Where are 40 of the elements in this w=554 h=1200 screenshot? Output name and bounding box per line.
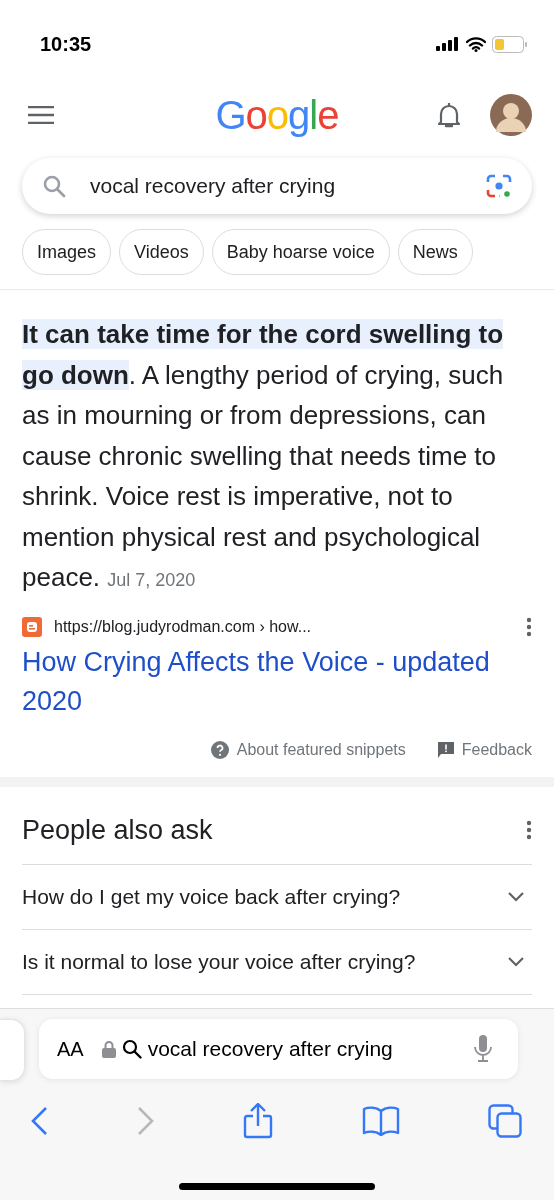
more-icon[interactable] xyxy=(526,820,532,840)
question-row[interactable]: Is it normal to lose your voice after crying? xyxy=(22,929,532,995)
feedback-link[interactable]: Feedback xyxy=(461,740,532,759)
back-icon[interactable] xyxy=(30,1106,48,1136)
signal-icon xyxy=(436,37,460,51)
google-logo[interactable]: Google xyxy=(215,92,339,138)
camera-icon[interactable] xyxy=(486,173,512,199)
feedback-icon xyxy=(437,741,454,758)
help-icon xyxy=(210,740,229,759)
bell-icon[interactable] xyxy=(438,102,460,128)
search-field[interactable]: vocal recovery after crying xyxy=(22,158,532,214)
result-title-link[interactable]: How Crying Affects the Voice - updated 2020 xyxy=(22,642,532,721)
lock-icon xyxy=(101,1040,116,1058)
search-icon xyxy=(42,174,66,198)
filter-chip[interactable]: Images xyxy=(22,229,112,275)
more-icon[interactable] xyxy=(526,616,532,637)
avatar[interactable] xyxy=(490,94,532,136)
snippet-text: It can take time for the cord swelling to go down. A lengthy period of crying, such as in mourning or from depressions, can cause chronic swelling that needs time to shrink. Voice rest is imperative, not to mention physical rest and psychological peace. Jul 7, 2020 xyxy=(22,318,505,594)
question-row[interactable]: How do I get my voice back after crying? xyxy=(22,864,532,930)
book-icon[interactable] xyxy=(361,1106,400,1136)
filter-chip[interactable]: Baby hoarse voice xyxy=(211,229,390,275)
microphone-icon[interactable] xyxy=(474,1035,492,1063)
text-size-button[interactable]: AA xyxy=(57,1037,84,1061)
wifi-icon xyxy=(466,36,486,52)
menu-icon[interactable] xyxy=(28,106,54,124)
status-time: 10:35 xyxy=(40,32,92,56)
share-icon[interactable] xyxy=(243,1103,273,1139)
chevron-icon xyxy=(508,891,524,902)
filter-chip[interactable]: News xyxy=(397,229,473,275)
battery-icon xyxy=(492,35,528,53)
about-snippets-link[interactable]: About featured snippets xyxy=(236,740,406,759)
address-text: vocal recovery after crying xyxy=(147,1037,394,1061)
search-icon xyxy=(121,1039,142,1059)
chevron-icon xyxy=(508,956,524,967)
filter-chip[interactable]: Videos xyxy=(119,229,204,275)
address-bar[interactable]: AA vocal recovery after crying xyxy=(39,1019,518,1079)
section-heading: People also ask xyxy=(22,814,213,846)
source-url: https://blog.judyrodman.com › how... xyxy=(54,617,312,636)
tabs-icon[interactable] xyxy=(488,1104,522,1138)
blogger-icon xyxy=(22,616,42,637)
